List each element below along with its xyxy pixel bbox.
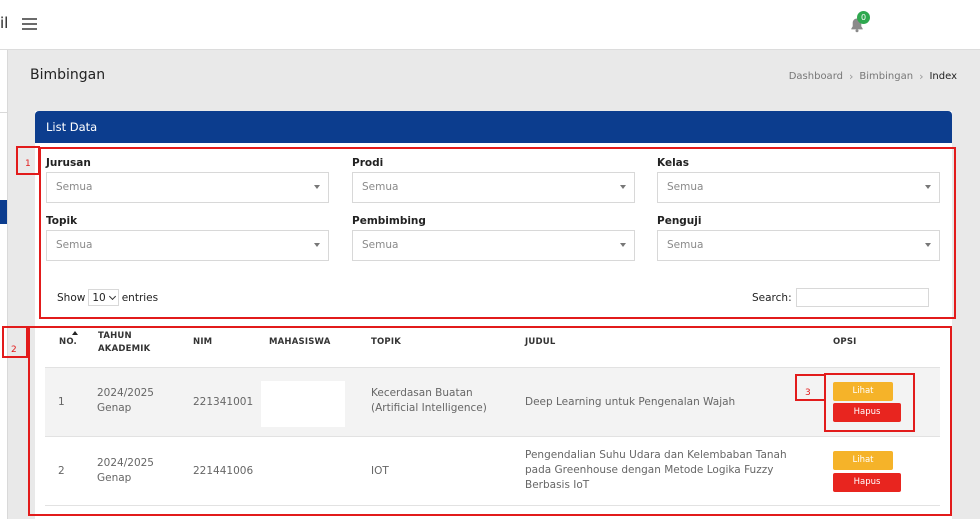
breadcrumb-current: Index [929, 71, 957, 82]
breadcrumb: Dashboard › Bimbingan › Index [789, 70, 957, 83]
annotation-box-actions [824, 373, 915, 432]
notification-badge: 0 [857, 11, 870, 24]
sidebar-divider [0, 112, 8, 113]
sidebar-active-item[interactable] [0, 200, 7, 224]
sidebar [0, 50, 8, 519]
breadcrumb-dashboard[interactable]: Dashboard [789, 71, 843, 82]
breadcrumb-separator-icon: › [919, 70, 924, 83]
card-title: List Data [35, 111, 952, 143]
breadcrumb-bimbingan[interactable]: Bimbingan [859, 71, 913, 82]
top-navbar: il 0 [0, 0, 980, 50]
annotation-number-1: 1 [25, 159, 31, 169]
brand-fragment: il [0, 14, 9, 32]
breadcrumb-separator-icon: › [848, 70, 854, 83]
menu-icon[interactable] [22, 18, 37, 30]
annotation-box-filters [39, 147, 956, 319]
annotation-number-2: 2 [11, 345, 17, 355]
annotation-box-table [28, 326, 952, 516]
page-title: Bimbingan [30, 67, 106, 83]
annotation-number-3: 3 [805, 388, 811, 398]
